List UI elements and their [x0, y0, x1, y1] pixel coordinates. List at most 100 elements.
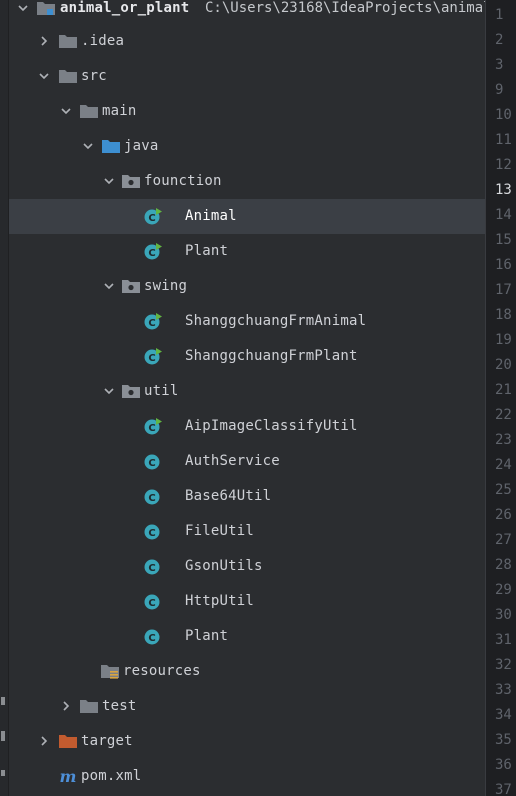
tree-label: target [81, 733, 133, 749]
line-number: 3 [495, 57, 504, 73]
tree-row-class[interactable]: C HttpUtil [9, 584, 485, 619]
svg-text:C: C [148, 528, 155, 539]
tree-row-plant[interactable]: C Plant [9, 234, 485, 269]
chevron-right-icon[interactable] [59, 699, 73, 713]
project-name: animal_or_plant [60, 0, 190, 16]
tree-row-founction[interactable]: founction [9, 164, 485, 199]
line-number: 33 [495, 682, 512, 698]
chevron-right-icon[interactable] [37, 34, 51, 48]
tree-row-pom[interactable]: m pom.xml [9, 759, 485, 794]
chevron-down-icon[interactable] [37, 69, 51, 83]
svg-text:C: C [148, 318, 155, 329]
line-number-current: 13 [495, 182, 512, 198]
line-number: 16 [495, 257, 512, 273]
svg-text:C: C [148, 213, 155, 224]
tree-row-util[interactable]: util [9, 374, 485, 409]
tree-row-swing[interactable]: swing [9, 269, 485, 304]
tree-row-class[interactable]: C GsonUtils [9, 549, 485, 584]
strip-marker [1, 770, 5, 776]
editor-line-gutter: 1 2 3 9 10 11 12 13 14 15 16 17 18 19 20… [485, 0, 516, 796]
tree-label: Plant [185, 243, 229, 259]
tree-row-animal[interactable]: C Animal [9, 199, 485, 234]
svg-text:C: C [148, 423, 155, 434]
tool-window-strip [0, 0, 9, 796]
line-number: 20 [495, 357, 512, 373]
tree-row-class[interactable]: C Plant [9, 619, 485, 654]
line-number: 17 [495, 282, 512, 298]
line-number: 36 [495, 757, 512, 773]
tree-row-main[interactable]: main [9, 94, 485, 129]
chevron-down-icon[interactable] [16, 1, 30, 15]
svg-text:C: C [148, 563, 155, 574]
java-class-icon: C [144, 559, 160, 575]
line-number: 37 [495, 782, 512, 796]
project-tree[interactable]: animal_or_plant C:\Users\23168\IdeaProje… [9, 0, 485, 796]
java-class-icon: C [144, 418, 162, 435]
line-number: 22 [495, 407, 512, 423]
excluded-folder-icon [59, 735, 77, 748]
tree-row-class[interactable]: C Base64Util [9, 479, 485, 514]
java-class-icon: C [144, 313, 162, 330]
tree-label: resources [123, 663, 201, 679]
java-class-icon: C [144, 524, 160, 540]
tree-label: founction [144, 173, 222, 189]
module-folder-icon [37, 2, 55, 15]
tree-row-target[interactable]: target [9, 724, 485, 759]
java-class-icon: C [144, 208, 162, 225]
package-icon [122, 385, 140, 398]
svg-text:C: C [148, 493, 155, 504]
line-number: 24 [495, 457, 512, 473]
tree-label: AuthService [185, 453, 280, 469]
tree-row-test[interactable]: test [9, 689, 485, 724]
line-number: 27 [495, 532, 512, 548]
chevron-down-icon[interactable] [102, 279, 116, 293]
tree-label: swing [144, 278, 188, 294]
svg-text:C: C [148, 458, 155, 469]
chevron-down-icon[interactable] [102, 174, 116, 188]
line-number: 1 [495, 7, 504, 23]
strip-marker [1, 697, 5, 705]
package-icon [122, 280, 140, 293]
tree-row-class[interactable]: C ShanggchuangFrmAnimal [9, 304, 485, 339]
tree-label: src [81, 68, 107, 84]
java-class-icon: C [144, 594, 160, 610]
java-class-icon: C [144, 489, 160, 505]
tree-row-class[interactable]: C AipImageClassifyUtil [9, 409, 485, 444]
svg-text:C: C [148, 248, 155, 259]
tree-row-project-root[interactable]: animal_or_plant C:\Users\23168\IdeaProje… [9, 0, 485, 26]
project-path: C:\Users\23168\IdeaProjects\animal_or_pl… [205, 0, 485, 16]
tree-row-idea[interactable]: .idea [9, 24, 485, 59]
tree-label: java [124, 138, 159, 154]
line-number: 25 [495, 482, 512, 498]
folder-icon [80, 700, 98, 713]
tree-row-resources[interactable]: resources [9, 654, 485, 689]
java-class-icon: C [144, 348, 162, 365]
line-number: 15 [495, 232, 512, 248]
chevron-right-icon[interactable] [37, 734, 51, 748]
line-number: 30 [495, 607, 512, 623]
line-number: 23 [495, 432, 512, 448]
tree-row-class[interactable]: C ShanggchuangFrmPlant [9, 339, 485, 374]
tree-row-src[interactable]: src [9, 59, 485, 94]
tree-label: Base64Util [185, 488, 272, 504]
tree-row-class[interactable]: C FileUtil [9, 514, 485, 549]
line-number: 21 [495, 382, 512, 398]
tree-label: .idea [81, 33, 125, 49]
maven-icon: m [60, 767, 77, 785]
line-number: 28 [495, 557, 512, 573]
line-number: 35 [495, 732, 512, 748]
java-class-icon: C [144, 454, 160, 470]
tree-label: Plant [185, 628, 229, 644]
chevron-down-icon[interactable] [81, 139, 95, 153]
chevron-down-icon[interactable] [102, 384, 116, 398]
chevron-down-icon[interactable] [59, 104, 73, 118]
svg-text:C: C [148, 353, 155, 364]
line-number: 11 [495, 132, 512, 148]
svg-text:C: C [148, 598, 155, 609]
tree-row-class[interactable]: C AuthService [9, 444, 485, 479]
line-number: 18 [495, 307, 512, 323]
line-number: 12 [495, 157, 512, 173]
tree-row-java[interactable]: java [9, 129, 485, 164]
tree-label: main [102, 103, 137, 119]
tree-label: pom.xml [81, 768, 142, 784]
